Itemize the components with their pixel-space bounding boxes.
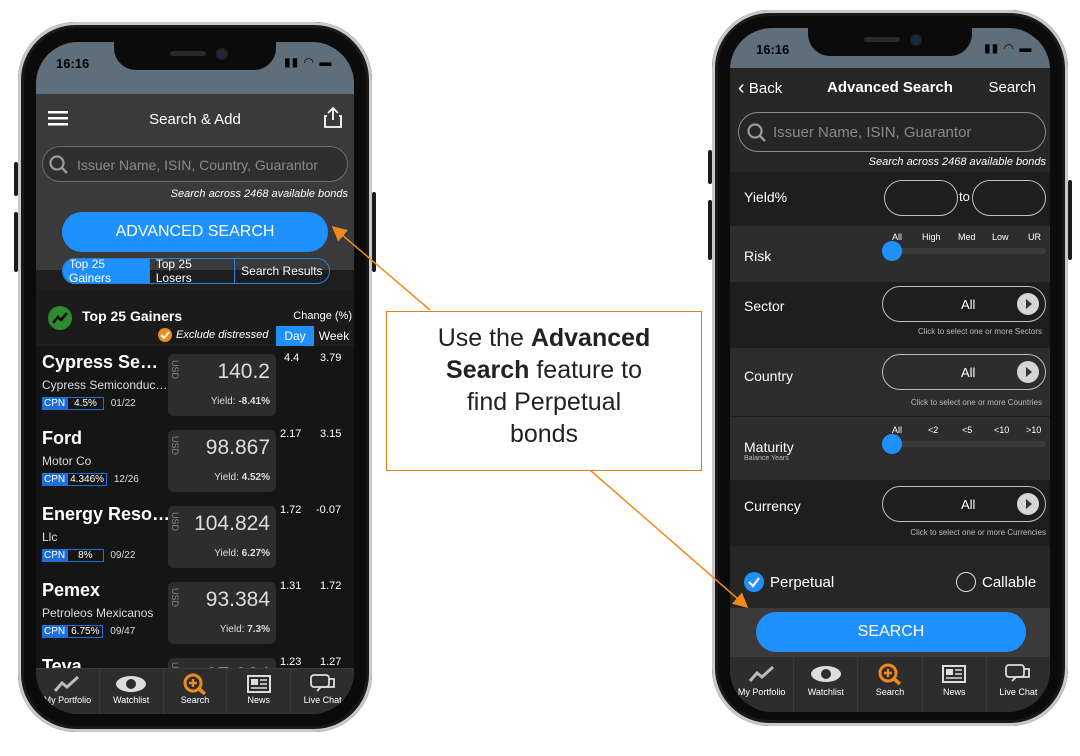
callout-line-3: find Perpetual: [466, 388, 622, 416]
arrow-to-perpetual: [589, 469, 749, 608]
callout-bold: Advanced: [530, 324, 651, 352]
callout-line-4: bonds: [509, 420, 579, 448]
callout-line-1: Use the Advanced: [387, 322, 701, 354]
arrow-to-advanced-search: [331, 226, 431, 311]
callout-line-2: Search feature to: [387, 354, 701, 386]
callout-text: Use the: [437, 324, 531, 352]
callout-text: feature to: [529, 356, 642, 384]
callout-box: Use the Advanced Search feature to find …: [386, 311, 702, 471]
callout-bold: Search: [446, 356, 530, 384]
